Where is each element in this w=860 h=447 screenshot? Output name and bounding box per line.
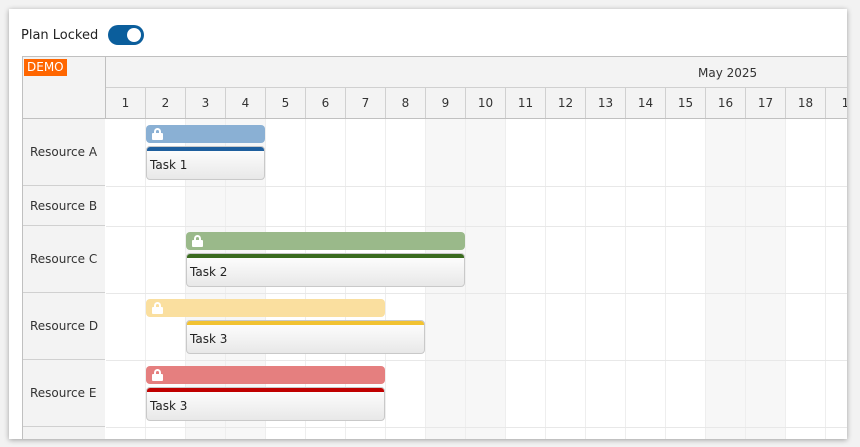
- task-color-bar: [187, 321, 424, 325]
- locked-plan-bar: [186, 232, 465, 250]
- day-cell: 1: [106, 88, 146, 118]
- demo-badge: DEMO: [24, 59, 67, 76]
- resource-c-row-header[interactable]: Resource C: [23, 226, 105, 293]
- day-cell: 4: [226, 88, 266, 118]
- day-header: 1 2 3 4 5 6 7 8 9 10 11 12 13 14 15 16 1…: [106, 88, 847, 119]
- task-name: Task 1: [150, 158, 188, 172]
- grid-column: [666, 119, 706, 439]
- grid-column: [106, 119, 146, 439]
- day-cell: 15: [666, 88, 706, 118]
- resource-a-row-header[interactable]: Resource A: [23, 119, 105, 186]
- day-cell: 16: [706, 88, 746, 118]
- resource-b-row-header[interactable]: Resource B: [23, 186, 105, 226]
- locked-plan-bar: [146, 299, 385, 317]
- lock-icon: [152, 128, 163, 140]
- day-cell: 17: [746, 88, 786, 118]
- lock-icon: [152, 369, 163, 381]
- grid-column: [466, 119, 506, 439]
- toggle-knob: [127, 28, 142, 42]
- task-color-bar: [187, 254, 464, 258]
- day-cell: 3: [186, 88, 226, 118]
- task-color-bar: [147, 147, 264, 151]
- day-cell: 14: [626, 88, 666, 118]
- scheduler: DEMO May 2025 1 2 3 4 5 6 7 8 9 10 11 12…: [22, 56, 847, 439]
- day-cell: 2: [146, 88, 186, 118]
- resource-empty-row-header: [23, 427, 105, 439]
- day-cell: 1: [826, 88, 847, 118]
- resource-d-row-header[interactable]: Resource D: [23, 293, 105, 360]
- grid-column: [826, 119, 847, 439]
- grid-column: [786, 119, 826, 439]
- plan-locked-toggle[interactable]: [108, 25, 145, 45]
- grid-column: [626, 119, 666, 439]
- task-name: Task 2: [190, 265, 228, 279]
- grid-column: [746, 119, 786, 439]
- task-name: Task 3: [150, 399, 188, 413]
- task-box[interactable]: Task 1: [146, 146, 265, 180]
- day-cell: 18: [786, 88, 826, 118]
- resource-e-row-header[interactable]: Resource E: [23, 360, 105, 427]
- grid-column: [546, 119, 586, 439]
- row-divider: [106, 226, 847, 227]
- row-divider: [106, 293, 847, 294]
- scheduler-corner: DEMO: [23, 57, 106, 119]
- lock-icon: [152, 302, 163, 314]
- day-cell: 9: [426, 88, 466, 118]
- day-cell: 7: [346, 88, 386, 118]
- locked-plan-bar: [146, 366, 385, 384]
- row-divider: [106, 186, 847, 187]
- scheduler-frame: Plan Locked DEMO May 2025 1 2 3 4 5 6 7 …: [9, 9, 847, 439]
- grid-column: [706, 119, 746, 439]
- grid-column: [506, 119, 546, 439]
- task-box[interactable]: Task 2: [186, 253, 465, 287]
- grid-column: [586, 119, 626, 439]
- task-name: Task 3: [190, 332, 228, 346]
- row-divider: [106, 427, 847, 428]
- task-box[interactable]: Task 3: [186, 320, 425, 354]
- toolbar: Plan Locked: [21, 23, 145, 47]
- day-cell: 11: [506, 88, 546, 118]
- day-cell: 10: [466, 88, 506, 118]
- timeline-grid[interactable]: Task 1 Task 2 Task 3 Task 3: [106, 119, 847, 439]
- plan-locked-label: Plan Locked: [21, 27, 99, 43]
- day-cell: 5: [266, 88, 306, 118]
- day-cell: 6: [306, 88, 346, 118]
- lock-icon: [192, 235, 203, 247]
- locked-plan-bar: [146, 125, 265, 143]
- task-color-bar: [147, 388, 384, 392]
- day-cell: 13: [586, 88, 626, 118]
- task-box[interactable]: Task 3: [146, 387, 385, 421]
- row-divider: [106, 360, 847, 361]
- day-cell: 12: [546, 88, 586, 118]
- month-label: May 2025: [698, 66, 758, 80]
- month-header: May 2025: [106, 57, 847, 88]
- day-cell: 8: [386, 88, 426, 118]
